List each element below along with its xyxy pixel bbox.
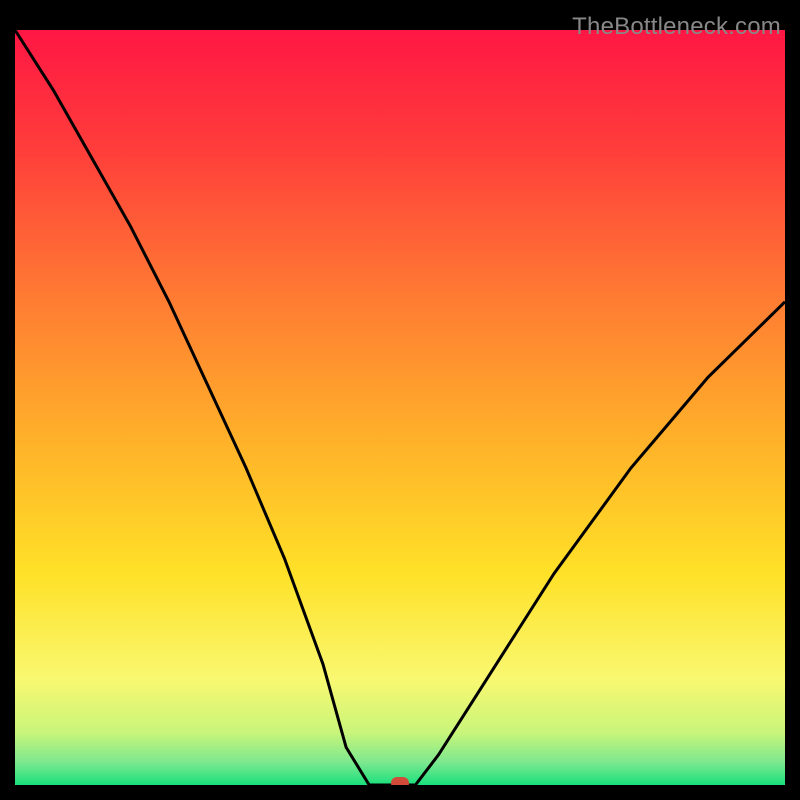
attribution-watermark: TheBottleneck.com	[572, 13, 781, 41]
chart-frame: TheBottleneck.com	[15, 15, 785, 785]
optimal-marker	[391, 777, 409, 785]
bottleneck-chart	[15, 15, 785, 785]
gradient-background	[15, 30, 785, 785]
